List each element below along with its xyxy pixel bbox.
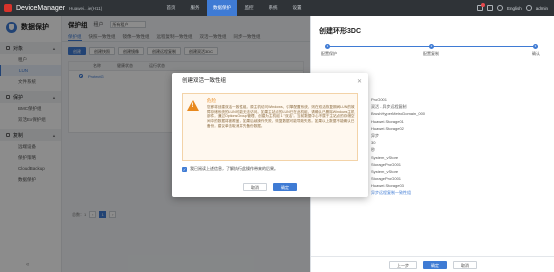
dialog-ok-button[interactable]: 确定 [273,183,297,191]
summary-value: System_vStore [371,154,399,160]
nav-settings[interactable]: 设置 [285,0,309,16]
dialog-cancel-button[interactable]: 取消 [243,183,267,191]
nav-system[interactable]: 系统 [261,0,285,16]
nav-monitor[interactable]: 监控 [237,0,261,16]
drawer-title: 创建环形3DC [319,28,362,35]
summary-value: System_vStore [371,168,399,174]
summary-value: StorageProG001 [371,176,402,182]
dialog-title: 创建双活一致性组 [182,78,227,84]
summary-value: StorageProG001 [371,161,402,167]
huawei-logo-icon [4,4,12,12]
top-nav: 首页 服务 数据保护 监控 系统 设置 [159,0,309,16]
summary-value: 双活 - 异步远程复制 [371,104,407,110]
acknowledge-checkbox[interactable]: ✓ [182,166,187,172]
top-bar: DeviceManager Huawei...ie(H11) 首页 服务 数据保… [0,0,554,16]
step-3-dot: 3 [533,44,538,49]
nav-data-protection[interactable]: 数据保护 [207,0,238,16]
brand-name: DeviceManager [16,4,66,12]
confirm-button[interactable]: 确定 [423,260,447,269]
summary-value: 30 [371,140,376,146]
summary-value: 秒 [371,147,375,153]
summary-value: BrushHyperMetroDomain_000 [371,111,426,117]
previous-step-button[interactable]: 上一步 [389,260,417,269]
close-icon[interactable]: ✕ [357,78,362,85]
warning-label: 危险 [207,98,216,103]
user-name[interactable]: admin [536,6,548,11]
warning-box: ! 危险 您即将创建双活一致性组。原主机访问Windows、引擎配置系统，则在双… [182,93,358,161]
task-icon[interactable] [486,5,493,11]
help-icon[interactable] [496,5,503,11]
summary-link[interactable]: 异步远程复制一致性组 [371,189,541,196]
cancel-button[interactable]: 取消 [453,260,477,269]
dialog-footer: 取消 确定 [172,183,368,191]
step-2-dot: 2 [429,44,434,49]
step-3-label: 确认 [532,51,540,56]
nav-services[interactable]: 服务 [183,0,207,16]
step-1-dot: 1 [325,44,330,49]
acknowledge-checkbox-row[interactable]: ✓ 我已阅读上述信息，了解执行此操作带来的后果。 [182,166,278,172]
summary-value: Huawei.Storage02 [371,125,404,131]
alarm-badge [480,3,485,7]
top-right-tools: English admin [476,0,548,16]
warning-text: 您即将创建双活一致性组。原主机访问Windows、引擎配置系统，则在双活恢复期间… [207,105,355,128]
summary-value: Huawei.Storage03 [371,183,404,189]
summary-value: Huawei.Storage01 [371,118,404,124]
drawer-footer: 上一步 确定 取消 [311,256,554,272]
wizard-steps: 1 配置保护 2 配置复制 3 确认 [321,44,541,58]
summary-values: ProG001 双活 - 异步远程复制 BrushHyperMetroDomai… [371,96,541,197]
warning-dialog: 创建双活一致性组 ✕ ! 危险 您即将创建双活一致性组。原主机访问Windows… [172,73,368,197]
nav-home[interactable]: 首页 [159,0,183,16]
summary-value: 异步 [371,132,379,138]
exclamation-icon: ! [191,103,194,109]
user-avatar-icon[interactable] [525,5,532,11]
device-name: Huawei...ie(H11) [69,5,103,11]
step-1-label: 配置保护 [321,51,337,56]
alarm-icon[interactable] [476,3,485,11]
summary-value: ProG001 [371,97,388,102]
step-2-label: 配置复制 [423,51,439,56]
language-switch[interactable]: English [507,6,522,11]
acknowledge-label: 我已阅读上述信息，了解执行此操作带来的后果。 [190,166,278,171]
